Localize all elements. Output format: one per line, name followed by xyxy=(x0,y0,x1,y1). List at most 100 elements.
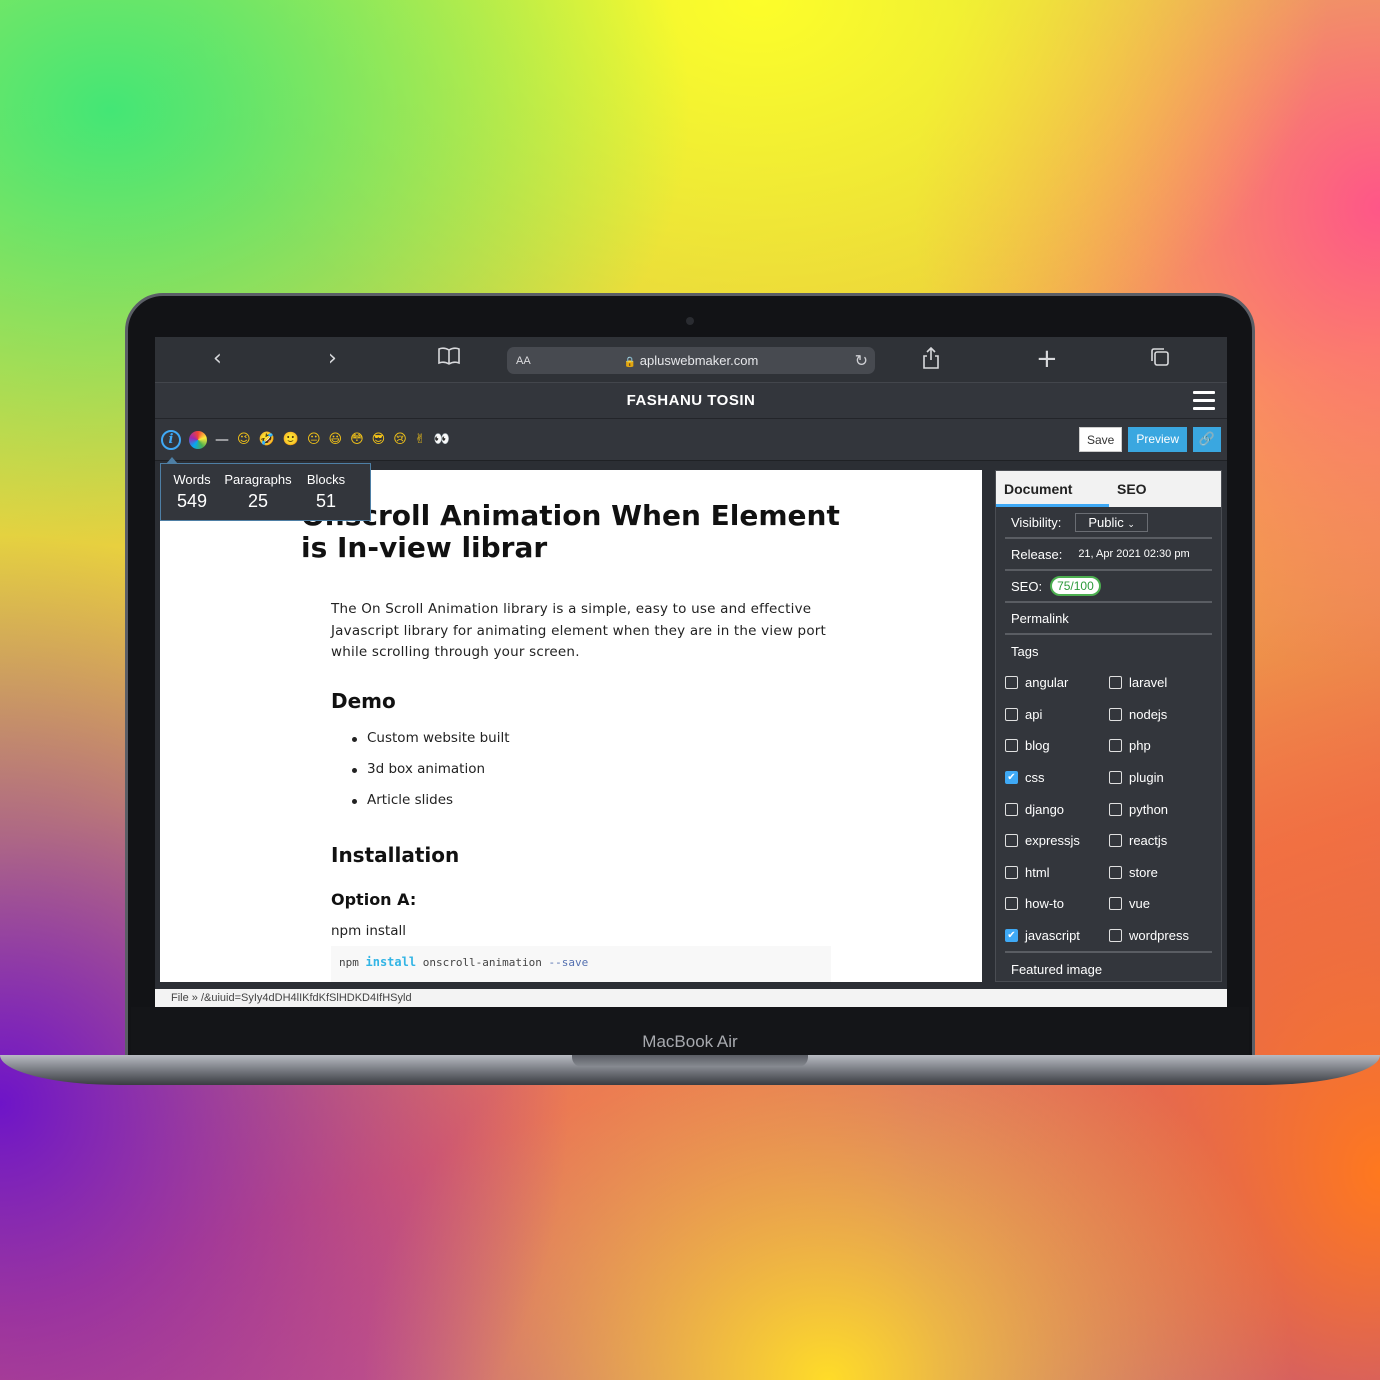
tag-python[interactable]: python xyxy=(1109,793,1213,825)
tag-angular[interactable]: angular xyxy=(1005,667,1109,699)
tag-wordpress[interactable]: wordpress xyxy=(1109,920,1213,952)
emoji-cry-icon[interactable]: 😢 xyxy=(393,432,407,447)
tag-label: angular xyxy=(1025,675,1069,691)
checkbox[interactable] xyxy=(1005,834,1018,848)
tag-label: plugin xyxy=(1129,770,1164,786)
checkbox-checked[interactable]: ✔ xyxy=(1005,771,1018,785)
bookmarks-icon[interactable] xyxy=(438,347,460,372)
checkbox[interactable] xyxy=(1109,929,1122,943)
tag-how-to[interactable]: how-to xyxy=(1005,888,1109,920)
emoji-grin-icon[interactable]: 😃 xyxy=(329,432,343,447)
option-heading[interactable]: Option A: xyxy=(331,890,416,909)
code-block[interactable]: npm install onscroll-animation --save xyxy=(331,946,831,982)
tabs-icon[interactable] xyxy=(1150,347,1170,373)
visibility-select[interactable]: Public ⌄ xyxy=(1075,512,1148,532)
release-row: Release: 21, Apr 2021 02:30 pm xyxy=(1005,539,1212,571)
tag-html[interactable]: html xyxy=(1005,857,1109,889)
word-count-popup: Words 549 Paragraphs 25 Blocks 51 xyxy=(160,457,371,521)
tag-laravel[interactable]: laravel xyxy=(1109,667,1213,699)
checkbox[interactable] xyxy=(1005,739,1018,753)
save-button[interactable]: Save xyxy=(1078,427,1123,452)
list-item[interactable]: Custom website built xyxy=(331,730,510,761)
status-bar: File » /&uiuid=SyIy4dDH4lIKfdKfSlHDKD4If… xyxy=(155,989,1227,1007)
tag-reactjs[interactable]: reactjs xyxy=(1109,825,1213,857)
webcam xyxy=(686,317,694,325)
tag-vue[interactable]: vue xyxy=(1109,888,1213,920)
featured-image-row[interactable]: Featured image xyxy=(1005,953,1212,985)
emoji-sunglasses-icon[interactable]: 😎 xyxy=(372,432,386,447)
permalink-row[interactable]: Permalink xyxy=(1005,603,1212,635)
list-item[interactable]: Article slides xyxy=(331,792,510,823)
tag-label: blog xyxy=(1025,738,1050,754)
forward-icon[interactable]: › xyxy=(328,347,337,371)
reload-icon[interactable]: ↻ xyxy=(855,351,868,371)
checkbox-checked[interactable]: ✔ xyxy=(1005,929,1018,943)
permalink-label[interactable]: Permalink xyxy=(1011,611,1069,626)
share-icon[interactable] xyxy=(921,346,941,375)
tag-expressjs[interactable]: expressjs xyxy=(1005,825,1109,857)
emoji-victory-icon[interactable]: ✌ xyxy=(415,432,426,447)
release-date[interactable]: 21, Apr 2021 02:30 pm xyxy=(1078,548,1189,560)
tab-seo[interactable]: SEO xyxy=(1109,471,1155,507)
intro-paragraph[interactable]: The On Scroll Animation library is a sim… xyxy=(331,599,831,664)
installation-heading[interactable]: Installation xyxy=(331,843,459,867)
paragraphs-count: 25 xyxy=(247,491,269,511)
emoji-flushed-icon[interactable]: 😳 xyxy=(350,432,364,447)
checkbox[interactable] xyxy=(1005,897,1018,911)
checkbox[interactable] xyxy=(1109,707,1122,721)
tag-label: vue xyxy=(1129,896,1150,912)
preview-button[interactable]: Preview xyxy=(1128,427,1187,452)
address-bar[interactable]: AA 🔒 apluswebmaker.com ↻ xyxy=(507,347,875,374)
text-size-button[interactable]: AA xyxy=(516,355,531,367)
checkbox[interactable] xyxy=(1005,707,1018,721)
document-title[interactable]: Onscroll Animation When Element is In-vi… xyxy=(301,500,841,564)
emoji-neutral-icon[interactable]: 😐 xyxy=(307,432,321,447)
words-count: 549 xyxy=(176,491,208,511)
checkbox[interactable] xyxy=(1109,771,1122,785)
tag-label: api xyxy=(1025,706,1043,722)
emoji-smile-icon[interactable]: 🙂 xyxy=(283,432,299,447)
featured-image-label[interactable]: Featured image xyxy=(1011,962,1102,977)
checkbox[interactable] xyxy=(1005,865,1018,879)
emoji-wink-icon[interactable]: 😉 xyxy=(237,432,251,447)
checkbox[interactable] xyxy=(1109,865,1122,879)
list-item[interactable]: 3d box animation xyxy=(331,761,510,792)
npm-text[interactable]: npm install xyxy=(331,923,406,939)
checkbox[interactable] xyxy=(1109,834,1122,848)
checkbox[interactable] xyxy=(1109,802,1122,816)
tag-plugin[interactable]: plugin xyxy=(1109,762,1213,794)
checkbox[interactable] xyxy=(1109,897,1122,911)
tag-css[interactable]: ✔ css xyxy=(1005,762,1109,794)
blocks-count: 51 xyxy=(315,491,337,511)
tag-nodejs[interactable]: nodejs xyxy=(1109,699,1213,731)
tag-api[interactable]: api xyxy=(1005,699,1109,731)
checkbox[interactable] xyxy=(1005,802,1018,816)
tab-document[interactable]: Document xyxy=(996,471,1109,507)
tag-store[interactable]: store xyxy=(1109,857,1213,889)
checkbox[interactable] xyxy=(1109,739,1122,753)
editor-canvas[interactable]: Onscroll Animation When Element is In-vi… xyxy=(160,470,982,982)
tag-php[interactable]: php xyxy=(1109,730,1213,762)
menu-icon[interactable] xyxy=(1193,391,1215,415)
site-header: FASHANU TOSIN xyxy=(155,383,1227,419)
emoji-rofl-icon[interactable]: 🤣 xyxy=(259,432,275,447)
tag-javascript[interactable]: ✔ javascript xyxy=(1005,920,1109,952)
horizontal-rule-icon[interactable]: — xyxy=(215,432,229,448)
color-picker-icon[interactable] xyxy=(189,430,207,449)
browser-toolbar: ‹ › AA 🔒 apluswebmaker.com ↻ + xyxy=(155,337,1227,383)
link-icon[interactable]: 🔗 xyxy=(1193,427,1221,452)
tags-label: Tags xyxy=(1011,643,1039,659)
info-icon[interactable]: i xyxy=(161,429,181,450)
tag-django[interactable]: django xyxy=(1005,793,1109,825)
chevron-down-icon: ⌄ xyxy=(1127,518,1135,529)
tag-label: nodejs xyxy=(1129,706,1168,722)
editor-toolbar: i — 😉 🤣 🙂 😐 😃 😳 😎 😢 ✌ 👀 Save Preview 🔗 xyxy=(155,419,1227,461)
new-tab-icon[interactable]: + xyxy=(1036,346,1058,372)
checkbox[interactable] xyxy=(1005,676,1018,690)
tag-blog[interactable]: blog xyxy=(1005,730,1109,762)
back-icon[interactable]: ‹ xyxy=(213,347,222,371)
emoji-eyes-icon[interactable]: 👀 xyxy=(434,432,450,447)
demo-list: Custom website built 3d box animation Ar… xyxy=(331,730,510,823)
checkbox[interactable] xyxy=(1109,676,1122,690)
demo-heading[interactable]: Demo xyxy=(331,689,396,713)
